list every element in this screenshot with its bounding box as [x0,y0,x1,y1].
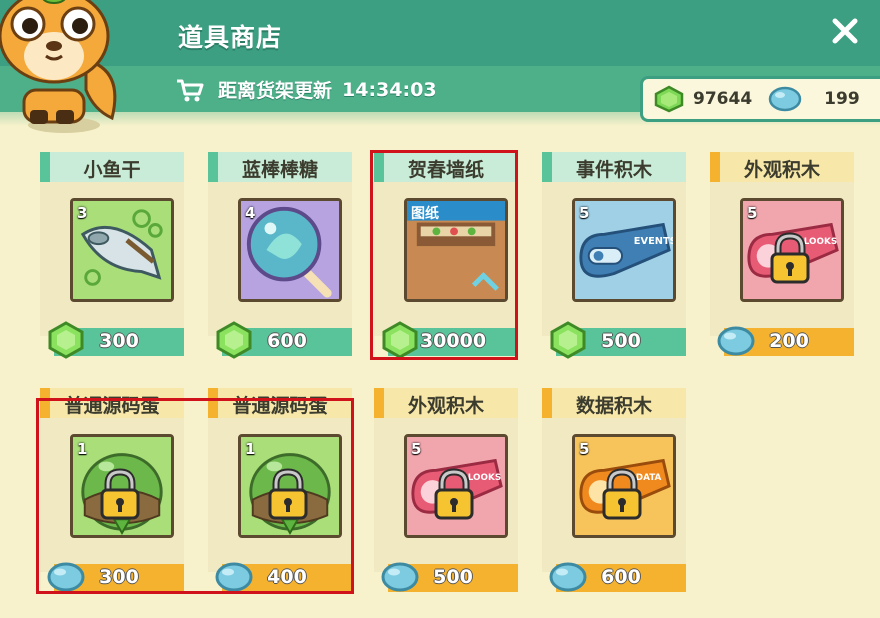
shop-item-card[interactable]: 普通源码蛋 1 300 [40,388,184,598]
shop-item-card[interactable]: 外观积木 LOOKS 5 500 [374,388,518,598]
lock-icon [266,468,310,522]
item-quantity: 5 [747,204,758,222]
shop-item-card[interactable]: 小鱼干 3 300 [40,152,184,362]
shop-item-card[interactable]: 蓝棒棒糖 4 600 [208,152,352,362]
price-bar[interactable]: 600 [216,321,352,359]
blueprint-tag: 图纸 [411,206,439,222]
item-name: 普通源码蛋 [64,395,160,417]
lock-icon [432,468,476,522]
price-bar[interactable]: 600 [549,562,686,592]
currency-panel: 97644 199 [630,68,880,124]
lock-icon [768,232,812,286]
item-quantity: 4 [245,204,256,222]
price-bar[interactable]: 200 [717,326,854,356]
shop-item-card[interactable]: 外观积木 LOOKS 5 200 [710,152,854,362]
wallpaper-blueprint-icon: 图纸 [404,198,508,302]
item-price: 600 [267,330,307,352]
fox-mascot-icon [0,0,117,133]
shop-item-card[interactable]: 数据积木 DATA 5 600 [542,388,686,598]
shelf-refresh-timer: 距离货架更新 14:34:03 [176,76,437,103]
item-name: 外观积木 [407,395,484,417]
lock-icon [600,468,644,522]
blue-bean-icon [768,86,802,112]
item-price: 600 [601,566,641,588]
shop-item-card[interactable]: 事件积木 EVENTS 5 500 [542,152,686,362]
item-name: 事件积木 [575,159,652,181]
close-button[interactable] [826,12,864,50]
close-icon [832,18,858,44]
item-name: 小鱼干 [83,159,141,181]
item-price: 300 [99,566,139,588]
item-quantity: 1 [77,440,88,458]
events-block-icon: EVENTS 5 [572,198,676,302]
item-price: 500 [433,566,473,588]
item-price: 500 [601,330,641,352]
item-quantity: 5 [579,204,590,222]
item-name: 贺春墙纸 [407,159,484,181]
item-price: 200 [769,330,809,352]
item-name: 普通源码蛋 [232,395,328,417]
blue-lollipop-icon: 4 [238,198,342,302]
item-quantity: 5 [579,440,590,458]
price-bar[interactable]: 30000 [382,321,518,359]
shop-item-card[interactable]: 贺春墙纸图纸 30000 [374,152,518,362]
item-price: 300 [99,330,139,352]
price-bar[interactable]: 500 [381,562,518,592]
item-quantity: 1 [245,440,256,458]
item-name: 数据积木 [575,395,652,417]
gem-balance: 97644 [693,89,753,109]
refresh-time: 14:34:03 [342,78,437,101]
item-quantity: 5 [411,440,422,458]
svg-text:EVENTS: EVENTS [634,236,673,247]
item-name: 外观积木 [743,159,820,181]
item-price: 30000 [419,330,487,352]
item-shop-window: 道具商店 距离货架更新 14:34:03 97644 199 小鱼干 3 300… [0,0,880,618]
item-quantity: 3 [77,204,88,222]
dried-fish-icon: 3 [70,198,174,302]
shop-item-card[interactable]: 普通源码蛋 1 400 [208,388,352,598]
item-price: 400 [267,566,307,588]
item-name: 蓝棒棒糖 [241,159,318,181]
refresh-label: 距离货架更新 [218,80,333,102]
shopping-cart-icon [177,79,204,101]
lock-icon [98,468,142,522]
bean-balance: 199 [824,89,860,109]
green-gem-icon [654,85,684,113]
price-bar[interactable]: 300 [48,321,184,359]
price-bar[interactable]: 400 [215,562,352,592]
currency-inner: 97644 199 [640,76,880,122]
price-bar[interactable]: 300 [47,562,184,592]
price-bar[interactable]: 500 [550,321,686,359]
page-title: 道具商店 [178,23,283,52]
